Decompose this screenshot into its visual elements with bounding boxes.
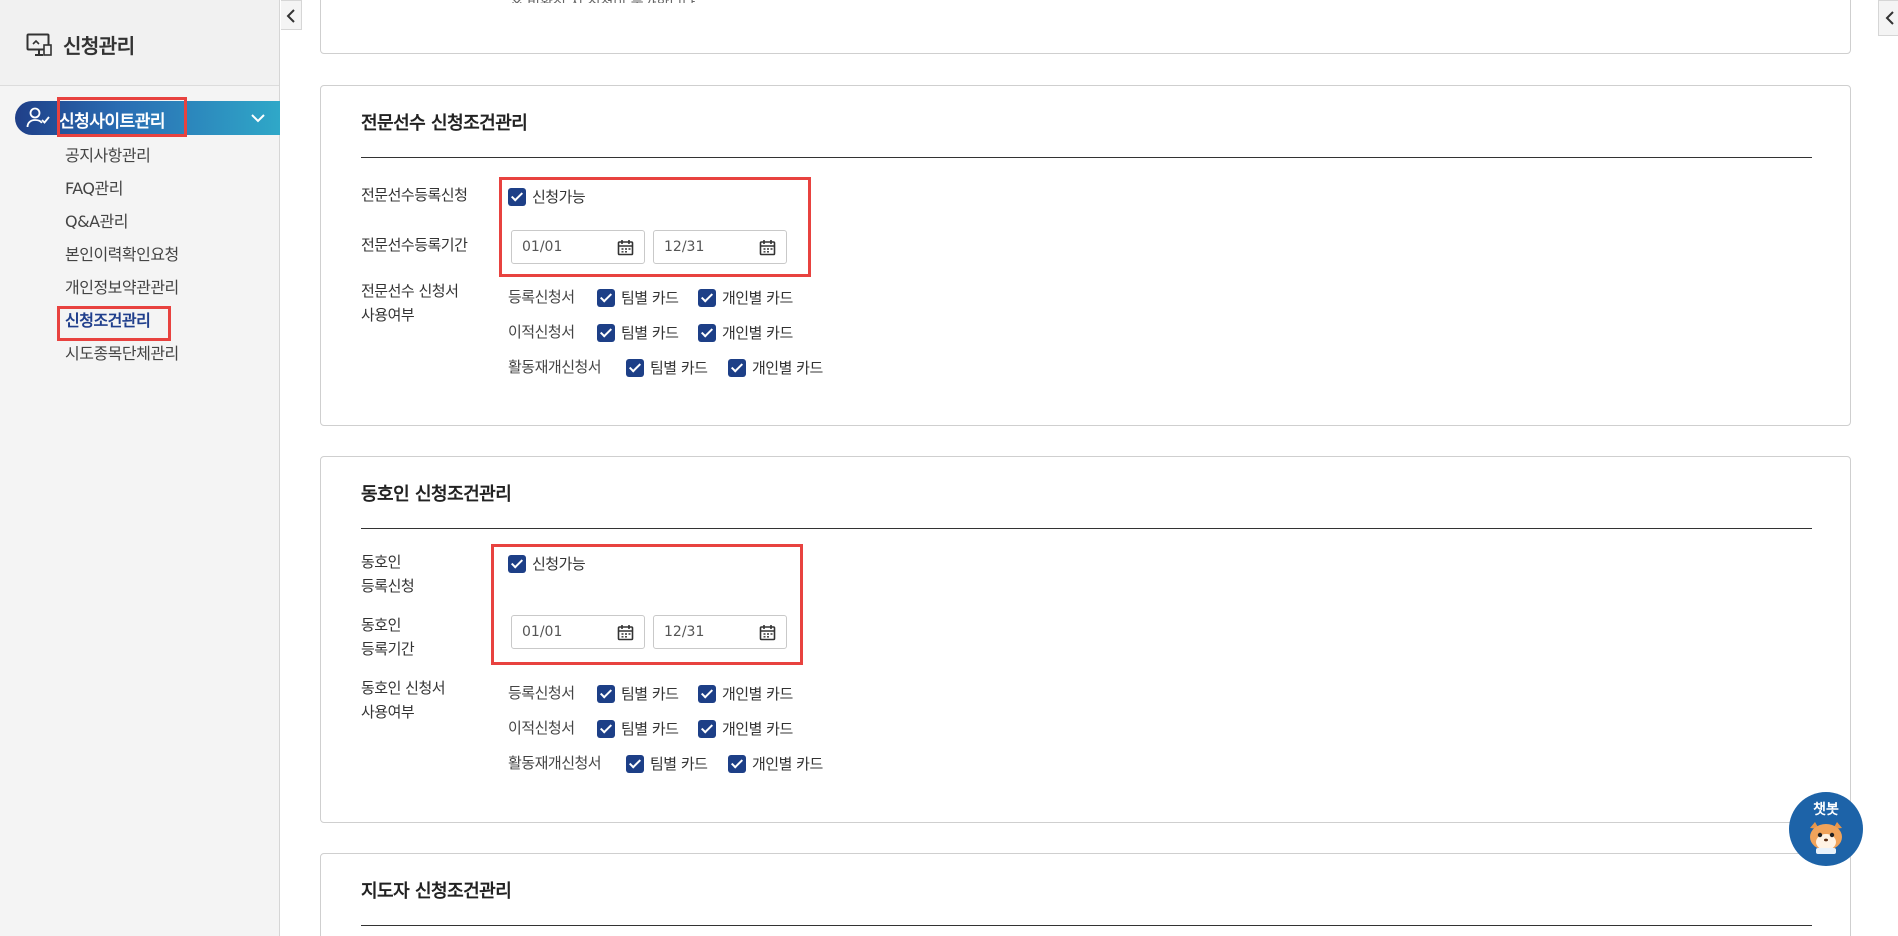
label-amateur-period-1: 동호인: [361, 616, 401, 634]
section-divider: [361, 925, 1812, 926]
sidebar-item-application-site[interactable]: 신청사이트관리: [15, 101, 280, 135]
calendar-icon[interactable]: [759, 624, 776, 641]
date-from-input-pro[interactable]: 01/01: [511, 230, 645, 264]
checkbox-checked-icon[interactable]: [728, 358, 746, 377]
label-pro-usage-1: 전문선수 신청서: [361, 282, 459, 300]
section-title-amateur: 동호인 신청조건관리: [361, 484, 512, 505]
calendar-icon[interactable]: [759, 239, 776, 256]
sidebar-item-faq[interactable]: FAQ관리: [65, 178, 179, 211]
checkbox-checked-icon[interactable]: [597, 719, 615, 738]
checkbox-checked-icon[interactable]: [508, 554, 526, 573]
chevron-down-icon[interactable]: [250, 111, 266, 125]
checkbox-checked-icon[interactable]: [698, 719, 716, 738]
label-amateur-reg-1: 동호인: [361, 553, 401, 571]
checkbox-pro-reg-team[interactable]: 팀별 카드: [597, 287, 679, 308]
label-pro-period: 전문선수등록기간: [361, 236, 468, 254]
label-amateur-period-2: 등록기간: [361, 640, 415, 658]
form-name-registration: 등록신청서: [508, 288, 575, 306]
checkbox-pro-resume-team[interactable]: 팀별 카드: [626, 357, 708, 378]
section-divider: [361, 528, 1812, 529]
user-check-icon: [26, 107, 50, 128]
panel-amateur: 동호인 신청조건관리 동호인 등록신청 신청가능 동호인 등록기간 01/01 …: [320, 456, 1851, 823]
checkbox-checked-icon[interactable]: [597, 323, 615, 342]
form-name-resume: 활동재개신청서: [508, 358, 602, 376]
sidebar-item-notice[interactable]: 공지사항관리: [65, 145, 179, 178]
checkbox-pro-reg-individual[interactable]: 개인별 카드: [698, 287, 793, 308]
panel-coach: 지도자 신청조건관리: [320, 853, 1851, 936]
date-to-input-pro[interactable]: 12/31: [653, 230, 787, 264]
checkbox-amateur-resume-team[interactable]: 팀별 카드: [626, 753, 708, 774]
chevron-left-icon: [286, 9, 295, 23]
panel-top-partial: ※ 비활성 시 신청이 불가합니다.: [320, 0, 1851, 54]
checkbox-checked-icon[interactable]: [508, 187, 526, 206]
sidebar-active-label: 신청사이트관리: [59, 112, 165, 132]
date-from-input-amateur[interactable]: 01/01: [511, 615, 645, 649]
checkbox-amateur-transfer-team[interactable]: 팀별 카드: [597, 718, 679, 739]
checkbox-pro-available[interactable]: 신청가능: [508, 186, 586, 207]
form-name-resume: 활동재개신청서: [508, 754, 602, 772]
sidebar-title: 신청관리: [63, 34, 135, 58]
checkbox-checked-icon[interactable]: [626, 358, 644, 377]
checkbox-checked-icon[interactable]: [698, 684, 716, 703]
checkbox-checked-icon[interactable]: [698, 288, 716, 307]
checkbox-amateur-reg-individual[interactable]: 개인별 카드: [698, 683, 793, 704]
checkbox-pro-resume-individual[interactable]: 개인별 카드: [728, 357, 823, 378]
chevron-left-icon: [1885, 11, 1894, 25]
calendar-icon[interactable]: [617, 239, 634, 256]
sidebar: 신청관리 신청사이트관리 공지사항관리 FAQ관리 Q&A관리 본인이력확인요청…: [0, 0, 280, 936]
sidebar-item-history-request[interactable]: 본인이력확인요청: [65, 244, 179, 277]
sidebar-item-application-conditions[interactable]: 신청조건관리: [65, 310, 179, 343]
checkbox-amateur-resume-individual[interactable]: 개인별 카드: [728, 753, 823, 774]
checkbox-checked-icon[interactable]: [597, 288, 615, 307]
sidebar-item-qna[interactable]: Q&A관리: [65, 211, 179, 244]
sidebar-submenu: 공지사항관리 FAQ관리 Q&A관리 본인이력확인요청 개인정보약관관리 신청조…: [65, 145, 179, 376]
checkbox-checked-icon[interactable]: [728, 754, 746, 773]
panel-pro-athlete: 전문선수 신청조건관리 전문선수등록신청 신청가능 전문선수등록기간 01/01…: [320, 85, 1851, 426]
checkbox-amateur-reg-team[interactable]: 팀별 카드: [597, 683, 679, 704]
top-partial-note: ※ 비활성 시 신청이 불가합니다.: [511, 0, 700, 12]
label-amateur-usage-1: 동호인 신청서: [361, 679, 446, 697]
form-name-transfer: 이적신청서: [508, 323, 575, 341]
form-name-transfer: 이적신청서: [508, 719, 575, 737]
checkbox-amateur-available[interactable]: 신청가능: [508, 553, 586, 574]
label-amateur-usage-2: 사용여부: [361, 703, 415, 721]
section-title-coach: 지도자 신청조건관리: [361, 881, 512, 902]
form-name-registration: 등록신청서: [508, 684, 575, 702]
checkbox-checked-icon[interactable]: [626, 754, 644, 773]
checkbox-amateur-transfer-individual[interactable]: 개인별 카드: [698, 718, 793, 739]
sidebar-header: 신청관리: [0, 0, 279, 86]
sidebar-item-sports-orgs[interactable]: 시도종목단체관리: [65, 343, 179, 376]
checkbox-checked-icon[interactable]: [597, 684, 615, 703]
sidebar-collapse-button[interactable]: [281, 0, 302, 30]
section-title-pro: 전문선수 신청조건관리: [361, 113, 528, 134]
chatbot-mascot-icon: [1810, 822, 1842, 854]
label-pro-usage-2: 사용여부: [361, 306, 415, 324]
label-amateur-reg-2: 등록신청: [361, 577, 415, 595]
checkbox-pro-transfer-individual[interactable]: 개인별 카드: [698, 322, 793, 343]
label-pro-registration: 전문선수등록신청: [361, 186, 468, 204]
sidebar-item-privacy-terms[interactable]: 개인정보약관관리: [65, 277, 179, 310]
right-panel-toggle[interactable]: [1878, 0, 1898, 36]
checkbox-checked-icon[interactable]: [698, 323, 716, 342]
calendar-icon[interactable]: [617, 624, 634, 641]
chatbot-button[interactable]: 챗봇: [1789, 792, 1863, 866]
monitor-icon: [26, 33, 52, 56]
date-to-input-amateur[interactable]: 12/31: [653, 615, 787, 649]
checkbox-pro-transfer-team[interactable]: 팀별 카드: [597, 322, 679, 343]
section-divider: [361, 157, 1812, 158]
